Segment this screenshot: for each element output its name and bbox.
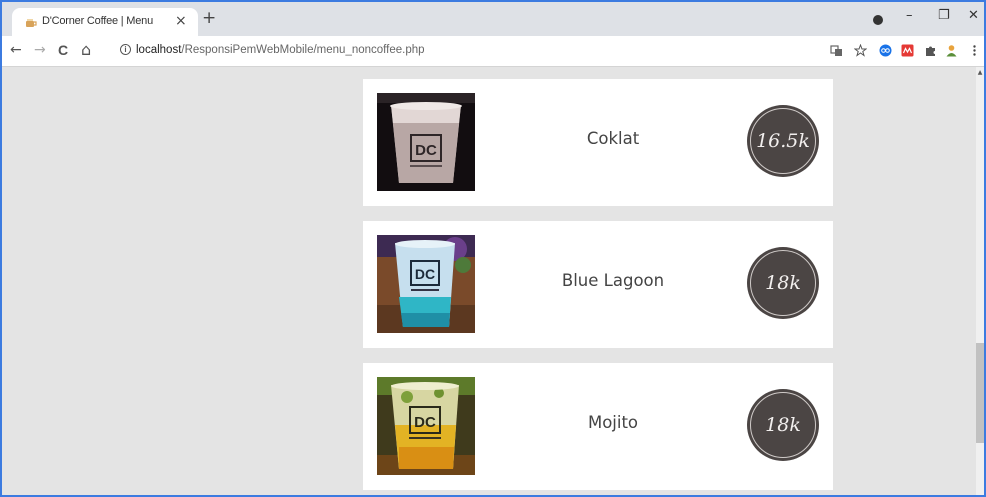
scroll-thumb[interactable] bbox=[976, 343, 984, 443]
product-name: Mojito bbox=[587, 413, 639, 432]
extension-red-icon[interactable] bbox=[901, 44, 914, 57]
menu-item-card[interactable]: DC Mojito 18k bbox=[363, 363, 833, 490]
page-scrollbar[interactable]: ▲ bbox=[976, 67, 984, 495]
home-button[interactable]: ⌂ bbox=[81, 42, 91, 58]
translate-icon[interactable] bbox=[830, 44, 843, 57]
product-photo: DC bbox=[377, 377, 475, 475]
menu-item-card[interactable]: DC Blue Lagoon 18k bbox=[363, 221, 833, 348]
product-logo: DC bbox=[415, 142, 437, 159]
url-host: localhost bbox=[136, 44, 182, 56]
tab-title: D'Corner Coffee | Menu bbox=[42, 15, 154, 27]
product-photo: DC bbox=[377, 235, 475, 333]
reload-button[interactable]: C bbox=[58, 42, 68, 58]
url-text[interactable]: localhost/ResponsiPemWebMobile/menu_nonc… bbox=[136, 44, 425, 56]
new-tab-button[interactable]: + bbox=[202, 10, 216, 27]
extension-blue-icon[interactable] bbox=[879, 44, 892, 57]
price-badge: 18k bbox=[747, 389, 819, 461]
tab-close-icon[interactable]: × bbox=[175, 13, 187, 29]
profile-indicator-icon[interactable] bbox=[873, 15, 883, 25]
puzzle-icon[interactable] bbox=[924, 44, 937, 57]
price-text: 16.5k bbox=[756, 130, 810, 152]
minimize-button[interactable]: – bbox=[906, 8, 913, 23]
url-path: /ResponsiPemWebMobile/menu_noncoffee.php bbox=[181, 44, 425, 56]
product-photo: DC bbox=[377, 93, 475, 191]
browser-toolbar: ← → C ⌂ i localhost/ResponsiPemWebMobile… bbox=[2, 36, 984, 67]
menu-item-card[interactable]: DC Coklat 16.5k bbox=[363, 79, 833, 206]
back-button[interactable]: ← bbox=[10, 42, 22, 58]
browser-window: D'Corner Coffee | Menu × + – ❐ ✕ ← → C ⌂… bbox=[0, 0, 986, 497]
price-text: 18k bbox=[765, 414, 801, 436]
scroll-up-icon[interactable]: ▲ bbox=[976, 69, 984, 76]
address-bar[interactable]: i localhost/ResponsiPemWebMobile/menu_no… bbox=[112, 39, 874, 63]
profile-avatar-icon[interactable] bbox=[945, 44, 958, 57]
product-name: Coklat bbox=[586, 129, 640, 148]
tab-menu[interactable]: D'Corner Coffee | Menu × bbox=[12, 8, 198, 36]
restore-button[interactable]: ❐ bbox=[938, 8, 950, 23]
page-content: DC Coklat 16.5k DC Blue Lagoon 18k DC Mo… bbox=[12, 67, 974, 495]
product-logo: DC bbox=[415, 266, 435, 282]
tab-strip: D'Corner Coffee | Menu × + – ❐ ✕ bbox=[2, 2, 984, 36]
product-name: Blue Lagoon bbox=[561, 271, 665, 290]
price-badge: 18k bbox=[747, 247, 819, 319]
forward-button[interactable]: → bbox=[34, 42, 46, 58]
coffee-favicon-icon bbox=[26, 19, 37, 27]
product-logo: DC bbox=[414, 414, 436, 431]
star-icon[interactable] bbox=[854, 44, 867, 57]
site-info-icon[interactable]: i bbox=[120, 44, 131, 55]
price-text: 18k bbox=[765, 272, 801, 294]
browser-menu-icon[interactable] bbox=[968, 44, 981, 57]
window-close-button[interactable]: ✕ bbox=[968, 8, 979, 23]
price-badge: 16.5k bbox=[747, 105, 819, 177]
